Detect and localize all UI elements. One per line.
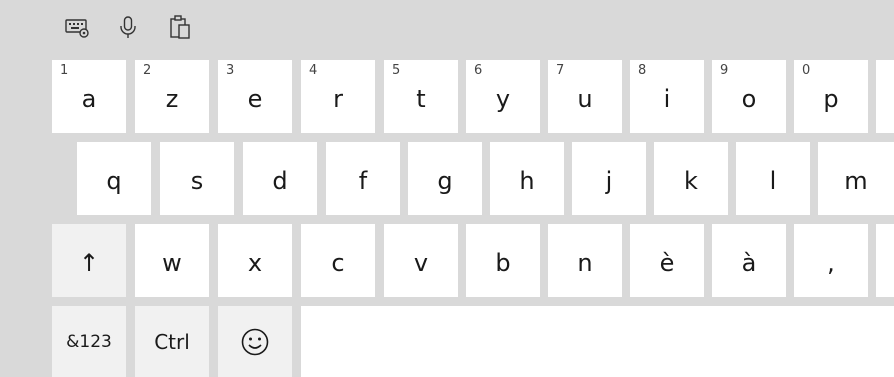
key-label: p [823,84,839,113]
key-comma[interactable]: , [794,224,868,297]
key-label: u [577,84,593,113]
key-y[interactable]: 6y [466,60,540,133]
shift-key[interactable]: ↑ [52,224,126,297]
key-number-hint: 3 [226,63,235,78]
key-number-hint: 0 [802,63,811,78]
key-label: d [272,166,288,195]
space-bar[interactable] [301,306,894,377]
key-x[interactable]: x [218,224,292,297]
key-f[interactable]: f [326,142,400,215]
key-label: e [247,84,263,113]
key-k[interactable]: k [654,142,728,215]
key-label: b [495,248,511,277]
emoji-key[interactable] [218,306,292,377]
key-u[interactable]: 7u [548,60,622,133]
key-label: m [844,166,868,195]
key-label: x [247,248,263,277]
key-z[interactable]: 2z [135,60,209,133]
key-p[interactable]: 0p [794,60,868,133]
emoji-icon [241,328,269,355]
key-label: Ctrl [154,329,190,354]
key-n[interactable]: n [548,224,622,297]
key-h[interactable]: h [490,142,564,215]
key-partial-right[interactable] [876,224,894,297]
key-q[interactable]: q [77,142,151,215]
key-number-hint: 1 [60,63,69,78]
key-label: r [333,84,343,113]
key-label: c [331,248,345,277]
key-number-hint: 5 [392,63,401,78]
keyboard-settings-icon [65,19,89,38]
symbols-key[interactable]: &123 [52,306,126,377]
key-i[interactable]: 8i [630,60,704,133]
key-label: f [358,166,368,195]
key-w[interactable]: w [135,224,209,297]
key-label: n [577,248,593,277]
key-label: o [741,84,757,113]
key-a-grave[interactable]: à [712,224,786,297]
key-a[interactable]: 1a [52,60,126,133]
key-m[interactable]: m [818,142,894,215]
key-label: à [741,248,757,277]
key-label: g [437,166,453,195]
key-l[interactable]: l [736,142,810,215]
key-label: &123 [66,331,112,352]
key-label: , [827,248,835,277]
key-s[interactable]: s [160,142,234,215]
key-label: a [81,84,97,113]
key-e-grave[interactable]: è [630,224,704,297]
key-r[interactable]: 4r [301,60,375,133]
key-v[interactable]: v [384,224,458,297]
key-label: y [495,84,511,113]
key-g[interactable]: g [408,142,482,215]
key-number-hint: 6 [474,63,483,78]
key-label: k [684,166,698,195]
key-j[interactable]: j [572,142,646,215]
key-label: v [413,248,429,277]
key-label: s [190,166,204,195]
key-number-hint: 9 [720,63,729,78]
key-number-hint: 2 [143,63,152,78]
key-e[interactable]: 3e [218,60,292,133]
key-o[interactable]: 9o [712,60,786,133]
key-label: w [162,248,182,277]
ctrl-key[interactable]: Ctrl [135,306,209,377]
key-label: z [165,84,179,113]
key-label: è [659,248,675,277]
key-c[interactable]: c [301,224,375,297]
key-number-hint: 8 [638,63,647,78]
keyboard-settings-button[interactable] [60,10,94,44]
microphone-icon [120,16,136,38]
keyboard-toolbar [0,0,894,56]
key-label: l [769,166,777,195]
key-label: q [106,166,122,195]
key-label: j [605,166,613,195]
shift-arrow-icon: ↑ [78,248,100,277]
key-b[interactable]: b [466,224,540,297]
key-label: i [663,84,671,113]
key-number-hint: 4 [309,63,318,78]
clipboard-button[interactable] [163,10,197,44]
key-label: h [519,166,535,195]
key-backspace-partial[interactable] [876,60,894,133]
key-number-hint: 7 [556,63,565,78]
key-t[interactable]: 5t [384,60,458,133]
clipboard-icon [170,15,190,39]
key-d[interactable]: d [243,142,317,215]
dictation-button[interactable] [111,10,145,44]
key-label: t [416,84,426,113]
